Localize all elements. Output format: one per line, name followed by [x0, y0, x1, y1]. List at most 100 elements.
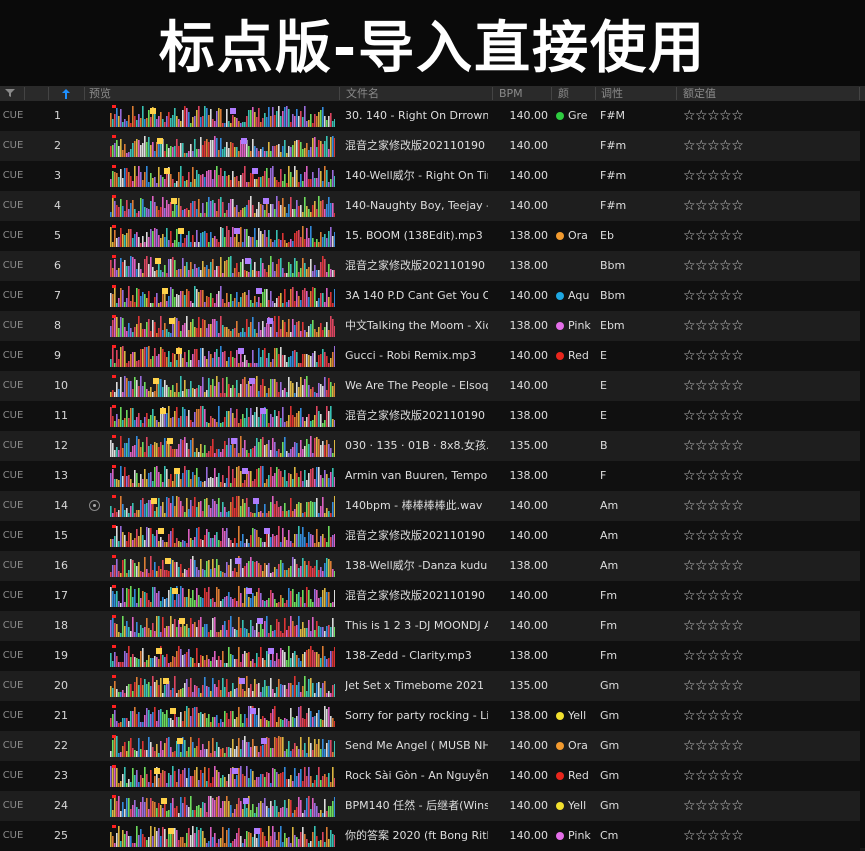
rating-stars[interactable]: ☆☆☆☆☆ [683, 731, 773, 761]
table-row[interactable]: CUE 11 混音之家修改版202110190 138.00 E ☆☆☆☆☆ [0, 401, 860, 431]
color-tag[interactable]: Pink [556, 821, 594, 851]
cue-label[interactable]: CUE [2, 761, 24, 791]
rating-stars[interactable]: ☆☆☆☆☆ [683, 431, 773, 461]
cue-label[interactable]: CUE [2, 371, 24, 401]
cue-label[interactable]: CUE [2, 791, 24, 821]
rating-stars[interactable]: ☆☆☆☆☆ [683, 101, 773, 131]
waveform-preview[interactable] [110, 315, 335, 337]
rating-stars[interactable]: ☆☆☆☆☆ [683, 521, 773, 551]
color-tag[interactable]: Aqu [556, 281, 594, 311]
header-filename[interactable]: 文件名 [346, 86, 379, 101]
table-row[interactable]: CUE 4 140-Naughty Boy, Teejay - La 140.00 F#… [0, 191, 860, 221]
cue-label[interactable]: CUE [2, 401, 24, 431]
header-color[interactable]: 颜 [558, 86, 569, 101]
color-tag[interactable] [556, 191, 594, 221]
color-tag[interactable] [556, 131, 594, 161]
table-row[interactable]: CUE 24 BPM140 任然 - 后继者(Wins 140.00 Yell Gm ☆☆☆… [0, 791, 860, 821]
file-name[interactable]: 030 · 135 · 01B · 8x8.女孩.W [345, 431, 488, 461]
waveform-preview[interactable] [110, 765, 335, 787]
cue-label[interactable]: CUE [2, 161, 24, 191]
color-tag[interactable] [556, 371, 594, 401]
cue-label[interactable]: CUE [2, 281, 24, 311]
table-row[interactable]: CUE 25 你的答案 2020 (ft Bong Rith 140.00 Pink Cm… [0, 821, 860, 851]
file-name[interactable]: We Are The People - Elsoq.m [345, 371, 488, 401]
table-row[interactable]: CUE 14 140bpm - 棒棒棒棒此.wav 140.00 Am ☆☆☆☆☆ [0, 491, 860, 521]
file-name[interactable]: Rock Sài Gòn - An Nguyễn R [345, 761, 488, 791]
waveform-preview[interactable] [110, 285, 335, 307]
color-tag[interactable]: Yell [556, 701, 594, 731]
rating-stars[interactable]: ☆☆☆☆☆ [683, 311, 773, 341]
waveform-preview[interactable] [110, 645, 335, 667]
waveform-preview[interactable] [110, 735, 335, 757]
file-name[interactable]: 3A 140 P.D Cant Get You Ou [345, 281, 488, 311]
table-row[interactable]: CUE 17 混音之家修改版202110190 140.00 Fm ☆☆☆☆☆ [0, 581, 860, 611]
cue-label[interactable]: CUE [2, 431, 24, 461]
rating-stars[interactable]: ☆☆☆☆☆ [683, 581, 773, 611]
cue-label[interactable]: CUE [2, 701, 24, 731]
rating-stars[interactable]: ☆☆☆☆☆ [683, 671, 773, 701]
waveform-preview[interactable] [110, 345, 335, 367]
color-tag[interactable] [556, 461, 594, 491]
table-row[interactable]: CUE 22 Send Me Angel ( MUSB NHO 140.00 Ora Gm… [0, 731, 860, 761]
color-tag[interactable]: Ora [556, 731, 594, 761]
color-tag[interactable] [556, 581, 594, 611]
file-name[interactable]: 混音之家修改版202110190 [345, 521, 488, 551]
scrollbar[interactable] [860, 101, 865, 848]
rating-stars[interactable]: ☆☆☆☆☆ [683, 371, 773, 401]
waveform-preview[interactable] [110, 585, 335, 607]
cue-label[interactable]: CUE [2, 311, 24, 341]
table-row[interactable]: CUE 12 030 · 135 · 01B · 8x8.女孩.W 135.00 B ☆☆… [0, 431, 860, 461]
file-name[interactable]: 140-Well威尔 - Right On Tim [345, 161, 488, 191]
cue-label[interactable]: CUE [2, 221, 24, 251]
cue-label[interactable]: CUE [2, 341, 24, 371]
rating-stars[interactable]: ☆☆☆☆☆ [683, 281, 773, 311]
cue-label[interactable]: CUE [2, 521, 24, 551]
header-rating[interactable]: 额定值 [683, 86, 716, 101]
file-name[interactable]: BPM140 任然 - 后继者(Wins [345, 791, 488, 821]
table-row[interactable]: CUE 13 Armin van Buuren, Tempo Gi 138.00 F ☆☆… [0, 461, 860, 491]
file-name[interactable]: Sorry for party rocking - Linh [345, 701, 488, 731]
rating-stars[interactable]: ☆☆☆☆☆ [683, 191, 773, 221]
waveform-preview[interactable] [110, 525, 335, 547]
rating-stars[interactable]: ☆☆☆☆☆ [683, 401, 773, 431]
waveform-preview[interactable] [110, 675, 335, 697]
color-tag[interactable] [556, 521, 594, 551]
cue-label[interactable]: CUE [2, 581, 24, 611]
cue-label[interactable]: CUE [2, 551, 24, 581]
table-row[interactable]: CUE 9 Gucci - Robi Remix.mp3 140.00 Red E ☆☆☆☆… [0, 341, 860, 371]
color-tag[interactable] [556, 551, 594, 581]
rating-stars[interactable]: ☆☆☆☆☆ [683, 791, 773, 821]
cue-label[interactable]: CUE [2, 191, 24, 221]
waveform-preview[interactable] [110, 375, 335, 397]
table-row[interactable]: CUE 5 15. BOOM (138Edit).mp3 138.00 Ora Eb ☆☆☆… [0, 221, 860, 251]
file-name[interactable]: Armin van Buuren, Tempo Gi [345, 461, 488, 491]
table-row[interactable]: CUE 7 3A 140 P.D Cant Get You Ou 140.00 Aqu B… [0, 281, 860, 311]
header-key[interactable]: 调性 [601, 86, 623, 101]
waveform-preview[interactable] [110, 615, 335, 637]
file-name[interactable]: 混音之家修改版202110190 [345, 251, 488, 281]
table-row[interactable]: CUE 18 This is 1 2 3 -DJ MOONDJ A 140.00 Fm ☆… [0, 611, 860, 641]
color-tag[interactable] [556, 431, 594, 461]
file-name[interactable]: 138-Zedd - Clarity.mp3 [345, 641, 488, 671]
rating-stars[interactable]: ☆☆☆☆☆ [683, 551, 773, 581]
cue-label[interactable]: CUE [2, 731, 24, 761]
rating-stars[interactable]: ☆☆☆☆☆ [683, 461, 773, 491]
color-tag[interactable] [556, 671, 594, 701]
waveform-preview[interactable] [110, 255, 335, 277]
waveform-preview[interactable] [110, 105, 335, 127]
cue-label[interactable]: CUE [2, 251, 24, 281]
table-row[interactable]: CUE 8 中文Talking the Moom - Xica 138.00 Pink E… [0, 311, 860, 341]
rating-stars[interactable]: ☆☆☆☆☆ [683, 761, 773, 791]
cue-label[interactable]: CUE [2, 641, 24, 671]
color-tag[interactable] [556, 251, 594, 281]
rating-stars[interactable]: ☆☆☆☆☆ [683, 341, 773, 371]
file-name[interactable]: 140-Naughty Boy, Teejay - La [345, 191, 488, 221]
file-name[interactable]: This is 1 2 3 -DJ MOONDJ A [345, 611, 488, 641]
color-tag[interactable]: Yell [556, 791, 594, 821]
table-row[interactable]: CUE 6 混音之家修改版202110190 138.00 Bbm ☆☆☆☆☆ [0, 251, 860, 281]
table-row[interactable]: CUE 1 30. 140 - Right On Drrown x 140.00 Gre… [0, 101, 860, 131]
waveform-preview[interactable] [110, 495, 335, 517]
rating-stars[interactable]: ☆☆☆☆☆ [683, 491, 773, 521]
rating-stars[interactable]: ☆☆☆☆☆ [683, 641, 773, 671]
table-row[interactable]: CUE 21 Sorry for party rocking - Linh 138.0… [0, 701, 860, 731]
